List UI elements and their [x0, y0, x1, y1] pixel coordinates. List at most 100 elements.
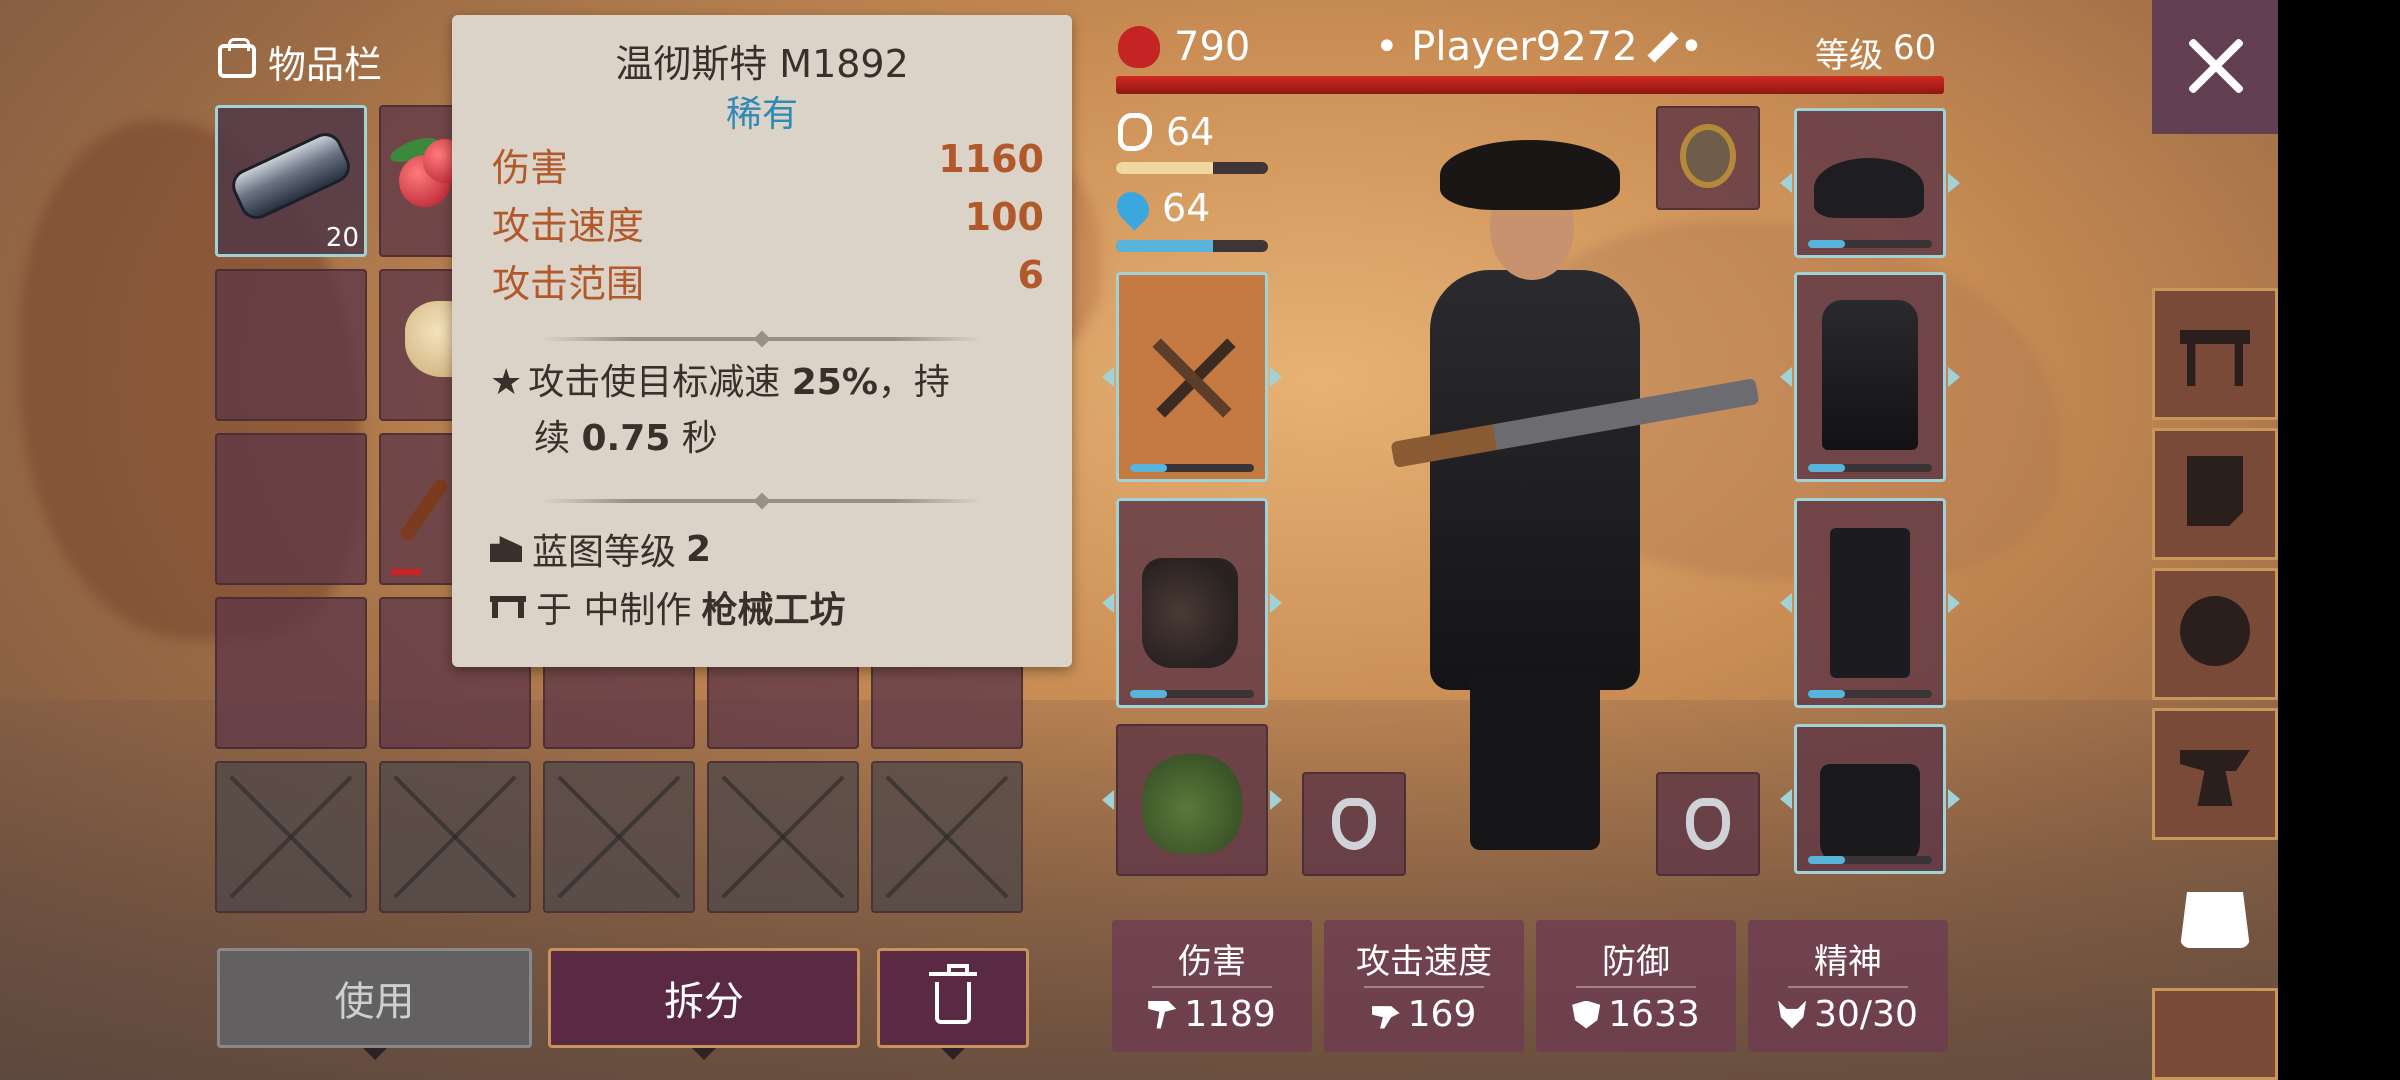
coat-icon — [1822, 300, 1918, 450]
trash-button[interactable] — [877, 948, 1029, 1048]
effect-text: 续 — [534, 418, 571, 459]
divider — [1364, 986, 1484, 988]
trash-icon — [929, 964, 977, 1024]
stat-attack-speed: 攻击速度 169 — [1324, 920, 1524, 1052]
amulet-slot[interactable] — [1656, 106, 1760, 210]
inventory-slot[interactable]: 20 — [215, 105, 367, 257]
divider — [542, 499, 982, 503]
durability-bar — [1808, 240, 1932, 248]
tab-smithing[interactable] — [2152, 708, 2278, 840]
close-button[interactable] — [2152, 0, 2278, 134]
weapon-slot-primary[interactable] — [1116, 272, 1268, 482]
hunger-display: 64 — [1118, 110, 1214, 154]
thirst-value: 64 — [1162, 186, 1211, 230]
locked-slot — [707, 761, 859, 913]
effect-duration: 0.75 — [581, 418, 671, 459]
level-label: 等级 — [1815, 36, 1883, 76]
screen-edge — [2278, 0, 2400, 1080]
durability-bar — [391, 569, 421, 575]
body-slot[interactable] — [1794, 272, 1946, 482]
locked-slot — [215, 761, 367, 913]
boots-icon — [1820, 764, 1920, 864]
stat-value: 30/30 — [1814, 994, 1918, 1035]
revolver-icon — [1142, 558, 1238, 668]
loot-bag-icon — [2180, 596, 2250, 666]
stat-value: 1189 — [1184, 994, 1276, 1035]
hunger-value: 64 — [1166, 110, 1215, 154]
tab-quests[interactable] — [2152, 428, 2278, 560]
workbench-icon — [2180, 330, 2250, 386]
shield-icon — [1572, 1000, 1601, 1029]
split-button[interactable]: 拆分 — [548, 948, 860, 1048]
split-button-label: 拆分 — [664, 979, 744, 1025]
blueprint-level-value: 2 — [686, 528, 712, 570]
legs-slot[interactable] — [1794, 498, 1946, 708]
backpack-icon — [218, 38, 256, 78]
star-icon: ★ — [490, 362, 523, 403]
durability-bar — [1808, 856, 1932, 864]
inventory-slot[interactable] — [215, 433, 367, 585]
item-tooltip: 温彻斯特 M1892 稀有 伤害 1160 攻击速度 100 攻击范围 6 ★ 攻… — [452, 15, 1072, 667]
health-value: 790 — [1174, 24, 1251, 70]
item-count: 20 — [325, 223, 359, 253]
stat-spirit: 精神 30/30 — [1748, 920, 1948, 1052]
character-hat — [1440, 140, 1620, 210]
backpack-icon — [2180, 892, 2250, 948]
stat-label: 攻击速度 — [492, 204, 645, 248]
item-effect: ★ 攻击使目标减速 25%，持 续 0.75 秒 — [490, 355, 1030, 467]
inventory-slot[interactable] — [215, 597, 367, 749]
feet-slot[interactable] — [1794, 724, 1946, 874]
thirst-display: 64 — [1110, 185, 1211, 231]
inventory-slot[interactable] — [215, 269, 367, 421]
ring-icon — [1686, 798, 1730, 850]
durability-bar — [1808, 690, 1932, 698]
hunger-icon — [1118, 113, 1152, 151]
durability-bar — [1808, 464, 1932, 472]
bag-slot[interactable] — [1116, 724, 1268, 876]
stat-label: 精神 — [1814, 942, 1882, 982]
divider — [542, 337, 982, 341]
stick-icon — [398, 477, 450, 543]
blueprint-level: 蓝图等级 2 — [490, 523, 711, 575]
blueprint-label: 蓝图等级 — [532, 532, 677, 573]
tooltip-stat-attack-speed: 攻击速度 100 — [492, 195, 1044, 250]
quest-icon — [2187, 456, 2243, 526]
tab-loot[interactable] — [2152, 568, 2278, 700]
stat-label: 攻击速度 — [1356, 942, 1492, 982]
health-icon — [1118, 26, 1160, 68]
blueprint-icon — [490, 536, 522, 562]
anvil-icon — [2180, 750, 2250, 806]
item-name: 温彻斯特 M1892 — [615, 42, 909, 86]
weapon-slot-secondary[interactable] — [1116, 498, 1268, 708]
pencil-icon[interactable] — [1647, 31, 1679, 63]
attack-speed-icon — [1371, 1006, 1400, 1029]
tab-crafting[interactable] — [2152, 288, 2278, 420]
tab-inventory[interactable] — [2152, 850, 2278, 982]
player-level: 等级 60 — [1815, 28, 1936, 77]
locked-slot — [871, 761, 1023, 913]
durability-bar — [1130, 690, 1254, 698]
pants-icon — [1830, 528, 1910, 678]
divider — [1576, 986, 1696, 988]
head-slot[interactable] — [1794, 108, 1946, 258]
player-name[interactable]: • Player9272 • — [1375, 24, 1703, 70]
effect-unit: 秒 — [681, 418, 718, 459]
stat-value: 169 — [1407, 994, 1477, 1035]
locked-slot — [543, 761, 695, 913]
hat-icon — [1814, 158, 1924, 218]
hunger-bar — [1116, 162, 1268, 174]
inventory-title: 物品栏 — [218, 36, 382, 87]
stat-label: 攻击范围 — [492, 262, 645, 306]
stat-damage: 伤害 1189 — [1112, 920, 1312, 1052]
character-body — [1430, 270, 1640, 690]
item-rarity: 稀有 — [725, 94, 798, 135]
character-legs — [1470, 670, 1600, 850]
stat-label: 防御 — [1602, 942, 1670, 982]
use-button[interactable]: 使用 — [217, 948, 532, 1048]
workbench-icon — [490, 596, 526, 618]
effect-text: 攻击使目标减速 — [528, 362, 781, 403]
ring-slot-right[interactable] — [1656, 772, 1760, 876]
stat-value: 1633 — [1608, 994, 1700, 1035]
divider — [1788, 986, 1908, 988]
tab-extra[interactable] — [2152, 988, 2278, 1080]
